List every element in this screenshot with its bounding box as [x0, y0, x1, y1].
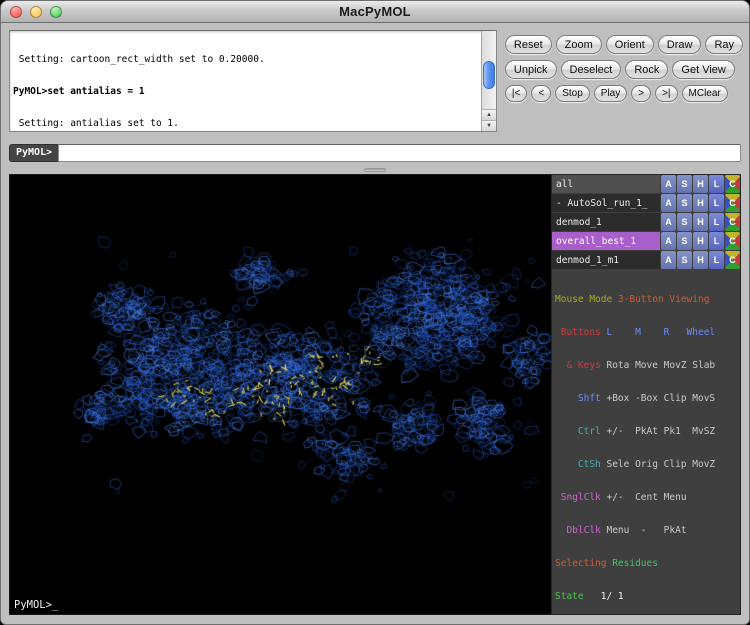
- play-button[interactable]: Play: [594, 85, 627, 102]
- object-name[interactable]: denmod_1: [552, 213, 660, 231]
- movie-back-button[interactable]: <: [531, 85, 551, 102]
- label-button-l[interactable]: L: [709, 232, 724, 250]
- object-name[interactable]: - AutoSol_run_1_: [552, 194, 660, 212]
- scroll-up-icon[interactable]: ▲: [482, 109, 496, 120]
- object-panel: all A S H L C - AutoSol_run_1_ A S H L C…: [551, 174, 741, 615]
- button-row-3: |< < Stop Play > >| MClear: [505, 85, 743, 102]
- hide-button-h[interactable]: H: [693, 213, 708, 231]
- command-row: PyMOL>: [1, 143, 749, 167]
- mouse-shift-row: Shft +Box -Box Clip MovS: [555, 393, 740, 404]
- show-button-s[interactable]: S: [677, 251, 692, 269]
- main-area: PyMOL>_ all A S H L C - AutoSol_run_1_ A…: [1, 174, 749, 615]
- movie-last-button[interactable]: >|: [655, 85, 677, 102]
- prompt-label: PyMOL>: [9, 144, 58, 162]
- splitter-grip[interactable]: [364, 168, 386, 172]
- object-row-denmod-1: denmod_1 A S H L C: [552, 213, 740, 231]
- color-button-c[interactable]: C: [725, 251, 740, 269]
- show-button-s[interactable]: S: [677, 232, 692, 250]
- object-row-autosol-run: - AutoSol_run_1_ A S H L C: [552, 194, 740, 212]
- ray-button[interactable]: Ray: [705, 35, 743, 54]
- window-controls: [10, 6, 62, 18]
- mouse-snglclk-row: SnglClk +/- Cent Menu: [555, 492, 740, 503]
- scrollbar-thumb[interactable]: [483, 61, 495, 89]
- hide-button-h[interactable]: H: [693, 175, 708, 193]
- selecting-mode-toggle[interactable]: Selecting Residues: [555, 558, 740, 569]
- console-scrollbar[interactable]: ▲ ▼: [481, 31, 496, 131]
- state-indicator[interactable]: State 1/ 1: [555, 591, 740, 602]
- action-button-a[interactable]: A: [661, 251, 676, 269]
- deselect-button[interactable]: Deselect: [561, 60, 622, 79]
- orient-button[interactable]: Orient: [606, 35, 654, 54]
- hide-button-h[interactable]: H: [693, 232, 708, 250]
- splitter: [1, 167, 749, 174]
- hide-button-h[interactable]: H: [693, 194, 708, 212]
- mouse-ctrl-row: Ctrl +/- PkAt Pk1 MvSZ: [555, 426, 740, 437]
- object-row-denmod-1-m1: denmod_1_m1 A S H L C: [552, 251, 740, 269]
- color-button-c[interactable]: C: [725, 194, 740, 212]
- zoom-button[interactable]: Zoom: [556, 35, 602, 54]
- show-button-s[interactable]: S: [677, 213, 692, 231]
- color-button-c[interactable]: C: [725, 232, 740, 250]
- viewport-prompt: PyMOL>_: [14, 599, 58, 611]
- get-view-button[interactable]: Get View: [672, 60, 734, 79]
- label-button-l[interactable]: L: [709, 213, 724, 231]
- console-line: PyMOL>set antialias = 1: [13, 87, 478, 98]
- zoom-window-button[interactable]: [50, 6, 62, 18]
- mouse-ctsh-row: CtSh Sele Orig Clip MovZ: [555, 459, 740, 470]
- action-button-a[interactable]: A: [661, 194, 676, 212]
- 3d-viewport: PyMOL>_: [9, 174, 551, 615]
- draw-button[interactable]: Draw: [658, 35, 702, 54]
- close-button[interactable]: [10, 6, 22, 18]
- object-row-overall-best: overall_best_1 A S H L C: [552, 232, 740, 250]
- console-output: Setting: cartoon_rect_width set to 0.200…: [9, 30, 497, 132]
- console-text: Setting: cartoon_rect_width set to 0.200…: [10, 31, 481, 131]
- mouse-dblclk-row: DblClk Menu - PkAt: [555, 525, 740, 536]
- mouse-mode-header[interactable]: Mouse Mode 3-Button Viewing: [555, 294, 740, 305]
- label-button-l[interactable]: L: [709, 251, 724, 269]
- hide-button-h[interactable]: H: [693, 251, 708, 269]
- action-button-a[interactable]: A: [661, 213, 676, 231]
- bottom-frame: [1, 615, 749, 624]
- scroll-down-icon[interactable]: ▼: [482, 120, 496, 131]
- window-title: MacPyMOL: [1, 4, 749, 19]
- unpick-button[interactable]: Unpick: [505, 60, 557, 79]
- label-button-l[interactable]: L: [709, 175, 724, 193]
- command-input[interactable]: [58, 144, 741, 162]
- mouse-mode-panel: Mouse Mode 3-Button Viewing Buttons L M …: [552, 270, 740, 625]
- minimize-button[interactable]: [30, 6, 42, 18]
- object-name[interactable]: overall_best_1: [552, 232, 660, 250]
- action-button-a[interactable]: A: [661, 232, 676, 250]
- action-button-a[interactable]: A: [661, 175, 676, 193]
- object-name[interactable]: denmod_1_m1: [552, 251, 660, 269]
- rock-button[interactable]: Rock: [625, 60, 668, 79]
- reset-button[interactable]: Reset: [505, 35, 552, 54]
- console-line: Setting: antialias set to 1.: [13, 119, 478, 130]
- color-button-c[interactable]: C: [725, 175, 740, 193]
- mouse-keys-row: & Keys Rota Move MovZ Slab: [555, 360, 740, 371]
- object-name[interactable]: all: [552, 175, 660, 193]
- show-button-s[interactable]: S: [677, 175, 692, 193]
- object-row-all: all A S H L C: [552, 175, 740, 193]
- control-buttons: Reset Zoom Orient Draw Ray Unpick Desele…: [505, 30, 743, 139]
- console-line: Setting: cartoon_rect_width set to 0.200…: [13, 55, 478, 66]
- title-bar[interactable]: MacPyMOL: [1, 1, 749, 23]
- show-button-s[interactable]: S: [677, 194, 692, 212]
- macpymol-window: MacPyMOL Setting: cartoon_rect_width set…: [0, 0, 750, 625]
- button-row-1: Reset Zoom Orient Draw Ray: [505, 35, 743, 54]
- mouse-buttons-row: Buttons L M R Wheel: [555, 327, 740, 338]
- label-button-l[interactable]: L: [709, 194, 724, 212]
- color-button-c[interactable]: C: [725, 213, 740, 231]
- stop-button[interactable]: Stop: [555, 85, 590, 102]
- movie-forward-button[interactable]: >: [631, 85, 651, 102]
- movie-first-button[interactable]: |<: [505, 85, 527, 102]
- upper-section: Setting: cartoon_rect_width set to 0.200…: [1, 23, 749, 143]
- viewport-canvas[interactable]: [10, 175, 551, 614]
- button-row-2: Unpick Deselect Rock Get View: [505, 60, 743, 79]
- mclear-button[interactable]: MClear: [682, 85, 728, 102]
